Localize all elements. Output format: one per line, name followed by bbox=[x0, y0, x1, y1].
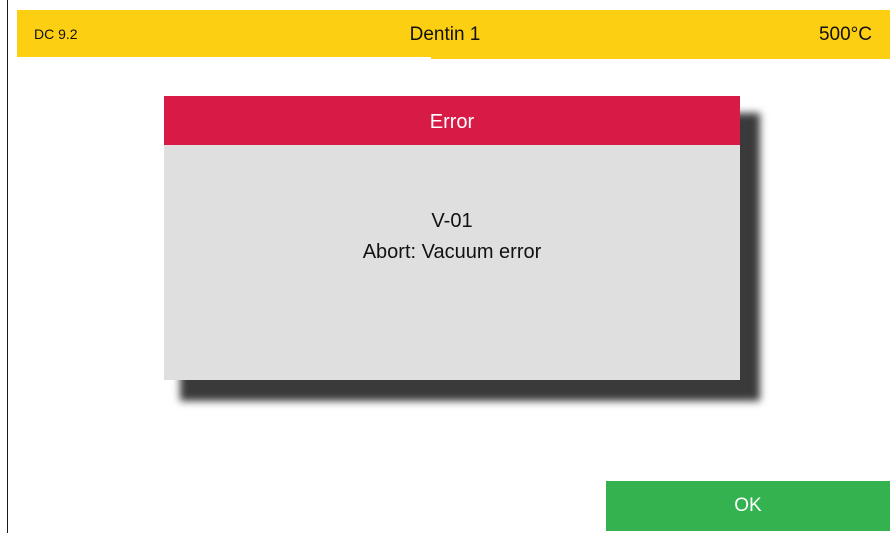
ok-button[interactable]: OK bbox=[606, 481, 890, 531]
header-divider bbox=[17, 57, 431, 60]
error-code: V-01 bbox=[431, 210, 473, 232]
dialog-body: V-01 Abort: Vacuum error bbox=[164, 145, 740, 268]
program-name: Dentin 1 bbox=[409, 24, 481, 45]
screen-left-edge bbox=[7, 0, 8, 533]
error-dialog: Error V-01 Abort: Vacuum error bbox=[164, 96, 740, 380]
temperature-readout: 500°C bbox=[818, 24, 872, 45]
dialog-title: Error bbox=[164, 96, 740, 145]
error-message: Abort: Vacuum error bbox=[362, 241, 542, 263]
